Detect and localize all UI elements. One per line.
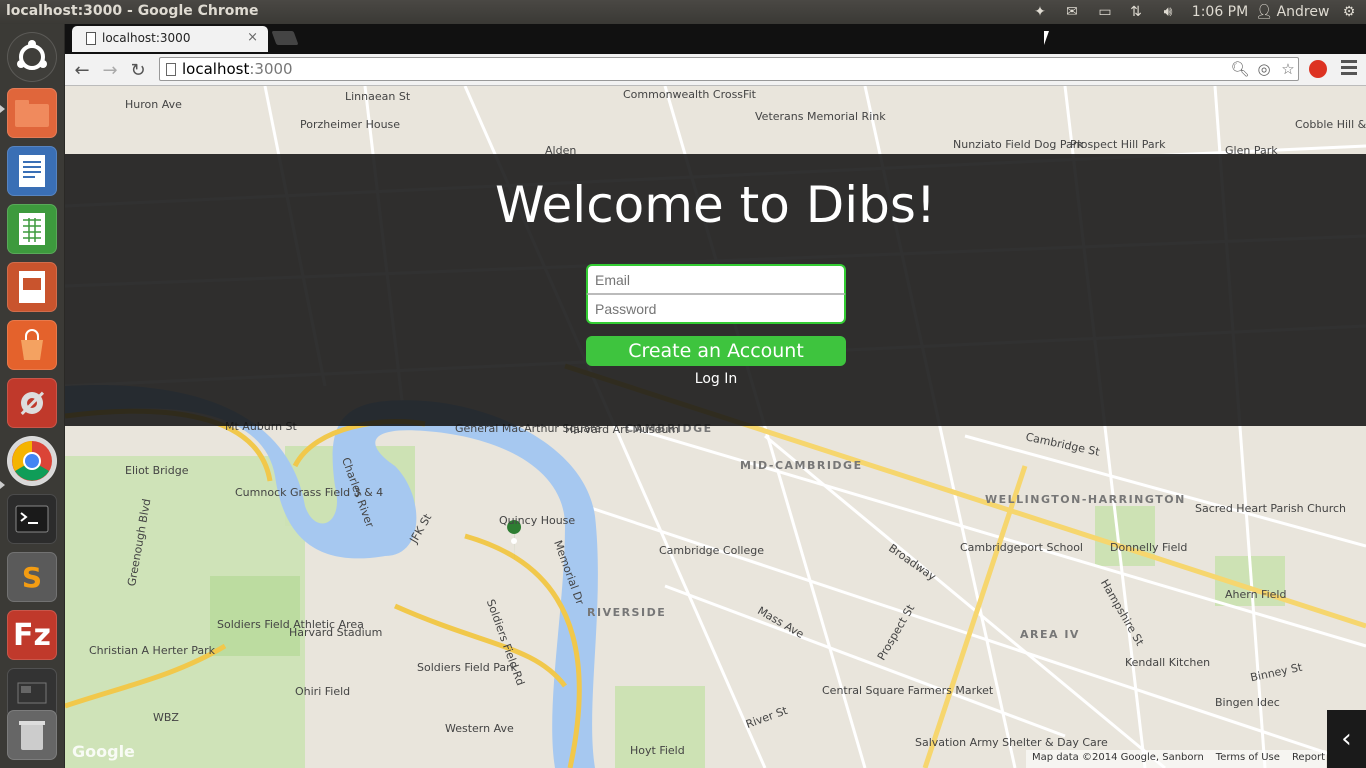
map-area-label: WELLINGTON-HARRINGTON bbox=[985, 493, 1186, 506]
chrome-icon[interactable] bbox=[7, 436, 57, 486]
trash-icon[interactable] bbox=[7, 710, 57, 760]
browser-toolbar: ← → ↻ localhost:3000 🔍︎ ◎ ☆ bbox=[65, 54, 1366, 86]
url-host: localhost bbox=[182, 60, 250, 78]
map-label: Sacred Heart Parish Church bbox=[1195, 502, 1346, 515]
map-label: Bingen Idec bbox=[1215, 696, 1280, 709]
filezilla-icon[interactable]: Fz bbox=[7, 610, 57, 660]
top-panel: localhost:3000 - Google Chrome ✦ ✉ ▭ ⇅ 🔊… bbox=[0, 0, 1366, 24]
window-title: localhost:3000 - Google Chrome bbox=[6, 3, 259, 19]
map-label: Kendall Kitchen bbox=[1125, 656, 1211, 669]
report-map-error-link[interactable]: Report a map error bbox=[1292, 752, 1326, 766]
user-icon: 👤︎ bbox=[1255, 4, 1273, 20]
terminal-icon[interactable] bbox=[7, 494, 57, 544]
map-label: WBZ bbox=[153, 711, 179, 724]
url-text[interactable]: localhost:3000 bbox=[182, 60, 293, 78]
map-label: Hoyt Field bbox=[630, 744, 685, 757]
bookmark-star-icon[interactable]: ☆ bbox=[1278, 60, 1298, 78]
welcome-overlay: Welcome to Dibs! Create an Account Log I… bbox=[65, 154, 1366, 426]
reload-icon[interactable]: ↻ bbox=[127, 59, 149, 81]
map-label: Cobble Hill & Beekeeper bbox=[1295, 118, 1366, 131]
writer-icon[interactable] bbox=[7, 146, 57, 196]
chrome-menu-icon[interactable] bbox=[1341, 60, 1357, 78]
new-tab-button[interactable] bbox=[271, 31, 299, 45]
url-port: :3000 bbox=[249, 60, 293, 78]
launcher: S Fz bbox=[0, 24, 65, 768]
terms-of-use-link[interactable]: Terms of Use bbox=[1216, 752, 1280, 766]
system-settings-icon[interactable] bbox=[7, 378, 57, 428]
map-data-credit: Map data ©2014 Google, Sanborn bbox=[1032, 752, 1204, 763]
map-label: Harvard Stadium bbox=[289, 626, 383, 639]
clock[interactable]: 1:06 PM bbox=[1190, 0, 1250, 24]
map-label: Ohiri Field bbox=[295, 685, 351, 698]
password-field[interactable] bbox=[586, 294, 846, 324]
page-icon bbox=[166, 63, 176, 76]
map-area-label: RIVERSIDE bbox=[587, 606, 667, 619]
volume-icon[interactable]: 🔊︎ bbox=[1157, 0, 1179, 24]
back-icon[interactable]: ← bbox=[71, 59, 93, 81]
google-logo: Google bbox=[72, 742, 135, 761]
login-link[interactable]: Log In bbox=[586, 371, 846, 387]
address-bar[interactable]: localhost:3000 🔍︎ ◎ ☆ bbox=[159, 57, 1299, 81]
calc-icon[interactable] bbox=[7, 204, 57, 254]
battery-icon[interactable]: ▭ bbox=[1094, 0, 1116, 24]
chevron-left-icon[interactable]: ‹ bbox=[1327, 710, 1366, 768]
map-label: Linnaean St bbox=[345, 90, 411, 103]
map-label: Ahern Field bbox=[1225, 588, 1287, 601]
map-label: Prospect Hill Park bbox=[1070, 138, 1166, 151]
running-indicator bbox=[0, 481, 5, 489]
map-label: Cambridge College bbox=[659, 544, 764, 557]
map-label: Donnelly Field bbox=[1110, 541, 1188, 554]
map-attribution: Map data ©2014 Google, Sanborn Terms of … bbox=[1026, 750, 1326, 768]
map-area-label: MID-CAMBRIDGE bbox=[740, 459, 863, 472]
files-icon[interactable] bbox=[7, 88, 57, 138]
page-icon bbox=[86, 32, 96, 45]
ubuntu-dash-icon[interactable] bbox=[7, 32, 57, 82]
map-label: Commonwealth CrossFit bbox=[623, 88, 756, 101]
map-label: Veterans Memorial Rink bbox=[755, 110, 886, 123]
tab-title: localhost:3000 bbox=[102, 31, 191, 45]
mail-icon[interactable]: ✉ bbox=[1061, 0, 1083, 24]
map-label: Huron Ave bbox=[125, 98, 182, 111]
create-account-button[interactable]: Create an Account bbox=[586, 336, 846, 366]
map-label: Soldiers Field Park bbox=[417, 661, 517, 674]
location-icon[interactable]: ◎ bbox=[1254, 60, 1274, 78]
impress-icon[interactable] bbox=[7, 262, 57, 312]
map-label: Quincy House bbox=[499, 514, 576, 527]
tab-localhost[interactable]: localhost:3000 × bbox=[72, 26, 268, 52]
search-icon[interactable]: 🔍︎ bbox=[1230, 60, 1250, 78]
page-title: Welcome to Dibs! bbox=[495, 176, 936, 234]
gear-icon[interactable]: ⚙ bbox=[1338, 0, 1360, 24]
map-label: Cambridgeport School bbox=[960, 541, 1083, 554]
map-label: Nunziato Field Dog Park bbox=[953, 138, 1084, 151]
network-icon[interactable]: ⇅ bbox=[1126, 0, 1146, 24]
email-field[interactable] bbox=[586, 264, 846, 294]
running-indicator bbox=[0, 105, 5, 113]
dropbox-icon[interactable]: ✦ bbox=[1030, 0, 1050, 24]
map-label: Central Square Farmers Market bbox=[822, 684, 994, 697]
software-center-icon[interactable] bbox=[7, 320, 57, 370]
map-label: Western Ave bbox=[445, 722, 514, 735]
map-label: Eliot Bridge bbox=[125, 464, 189, 477]
map-label: Salvation Army Shelter & Day Care bbox=[915, 736, 1108, 749]
tab-close-icon[interactable]: × bbox=[247, 30, 258, 45]
signup-form: Create an Account Log In bbox=[586, 264, 846, 387]
map-label: Christian A Herter Park bbox=[89, 644, 215, 657]
forward-icon[interactable]: → bbox=[99, 59, 121, 81]
extension-icon[interactable] bbox=[1309, 60, 1327, 78]
map-label: Porzheimer House bbox=[300, 118, 401, 131]
mouse-cursor-icon bbox=[1044, 31, 1054, 45]
map-area-label: AREA IV bbox=[1020, 628, 1080, 641]
user-name[interactable]: Andrew bbox=[1274, 0, 1332, 24]
sublime-text-icon[interactable]: S bbox=[7, 552, 57, 602]
